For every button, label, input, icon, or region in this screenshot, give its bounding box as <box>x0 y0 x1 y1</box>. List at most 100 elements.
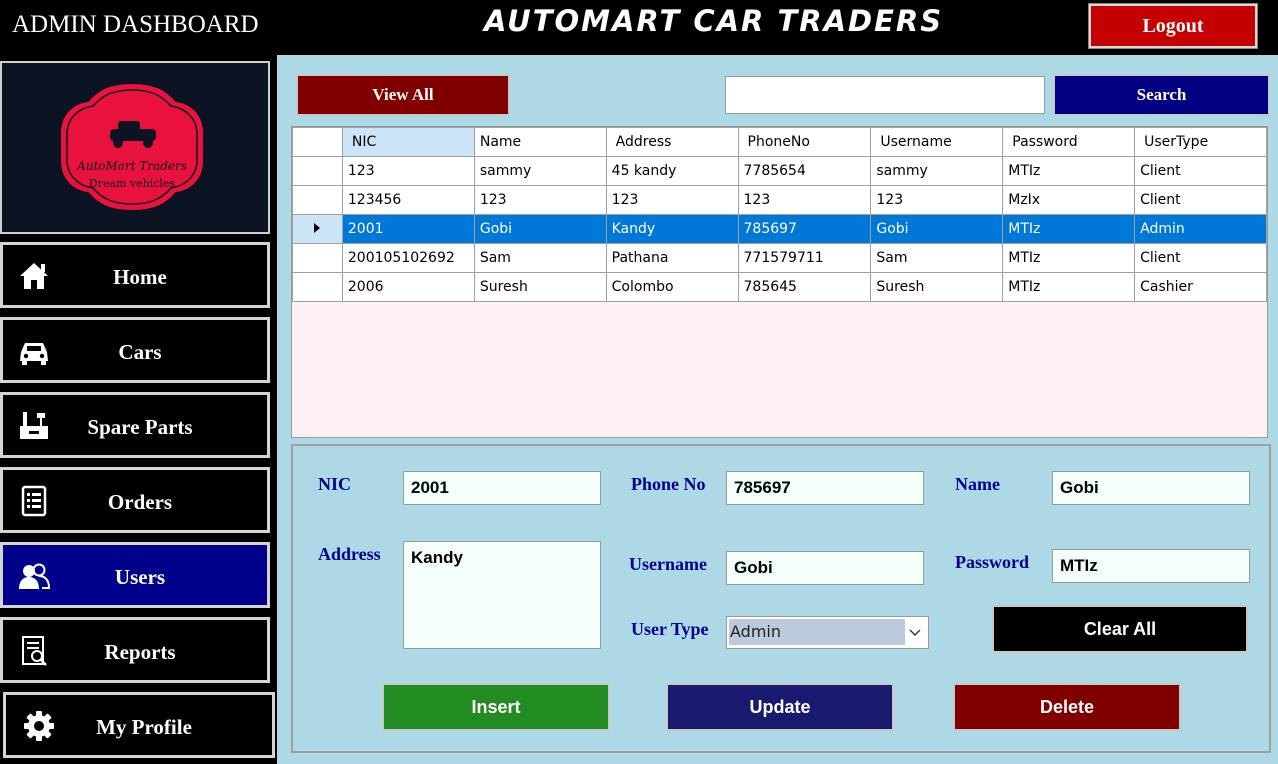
cell-address[interactable]: 45 kandy <box>605 156 739 186</box>
cell-username[interactable]: Gobi <box>870 214 1004 244</box>
column-header-name[interactable]: Name <box>473 127 607 157</box>
address-textarea[interactable]: Kandy <box>403 541 601 649</box>
sidebar-item-my-profile[interactable]: My Profile <box>3 692 275 758</box>
sidebar-item-label: Orders <box>107 490 173 514</box>
username-label: Username <box>629 554 707 574</box>
view-all-button[interactable]: View All <box>296 74 510 116</box>
user-type-label: User Type <box>631 619 709 639</box>
cell-address[interactable]: Pathana <box>605 243 739 273</box>
sidebar-item-users[interactable]: Users <box>0 542 270 608</box>
table-row[interactable]: 123 sammy 45 kandy 7785654 sammy MTIz Cl… <box>292 156 1267 186</box>
sidebar-item-reports[interactable]: Reports <box>0 617 270 683</box>
delete-button[interactable]: Delete <box>953 683 1181 731</box>
column-header-address[interactable]: Address <box>605 127 739 157</box>
cell-address[interactable]: 123 <box>605 185 739 215</box>
app-title: AUTOMART CAR TRADERS <box>484 4 944 38</box>
password-field[interactable]: MTIz <box>1052 549 1250 583</box>
cell-nic[interactable]: 2006 <box>341 272 475 302</box>
cell-phoneno[interactable]: 785697 <box>737 214 872 244</box>
cell-username[interactable]: sammy <box>870 156 1004 186</box>
logo-panel: AutoMart Traders Dream vehicles <box>0 61 270 234</box>
nic-label: NIC <box>318 474 352 494</box>
cell-usertype[interactable]: Cashier <box>1134 272 1267 302</box>
cell-name[interactable]: Suresh <box>473 272 607 302</box>
sidebar-item-home[interactable]: Home <box>0 242 270 308</box>
username-field[interactable]: Gobi <box>726 551 924 585</box>
cell-password[interactable]: MzIx <box>1002 185 1136 215</box>
users-data-grid[interactable]: NIC Name Address PhoneNo Username Passwo… <box>291 126 1268 438</box>
cell-nic[interactable]: 2001 <box>341 214 475 244</box>
search-button[interactable]: Search <box>1053 74 1270 116</box>
user-type-selected-value: Admin <box>729 619 905 645</box>
current-row-arrow-icon <box>314 223 321 233</box>
row-header[interactable] <box>292 243 343 273</box>
cell-name[interactable]: Sam <box>473 243 607 273</box>
table-row[interactable]: 2006 Suresh Colombo 785645 Suresh MTIz C… <box>292 272 1267 302</box>
logo-brand-text: AutoMart Traders <box>76 159 187 173</box>
cell-password[interactable]: MTIz <box>1002 156 1136 186</box>
logout-button[interactable]: Logout <box>1088 3 1258 49</box>
user-form-panel: NIC 2001 Phone No 785697 Name Gobi Addre… <box>291 444 1271 753</box>
row-header-corner <box>292 127 343 157</box>
table-row[interactable]: 200105102692 Sam Pathana 771579711 Sam M… <box>292 243 1267 273</box>
update-button[interactable]: Update <box>666 683 894 731</box>
column-header-usertype[interactable]: UserType <box>1134 127 1267 157</box>
sidebar-item-cars[interactable]: Cars <box>0 317 270 383</box>
nic-field[interactable]: 2001 <box>403 471 601 505</box>
column-header-phoneno[interactable]: PhoneNo <box>737 127 872 157</box>
sidebar-item-label: Users <box>114 565 166 589</box>
cell-nic[interactable]: 200105102692 <box>341 243 475 273</box>
column-header-nic[interactable]: NIC <box>341 127 475 157</box>
sidebar-item-label: Reports <box>104 640 176 664</box>
phone-no-label: Phone No <box>631 474 706 494</box>
name-label: Name <box>955 474 1000 494</box>
sidebar-item-orders[interactable]: Orders <box>0 467 270 533</box>
cell-nic[interactable]: 123456 <box>341 185 475 215</box>
cell-nic[interactable]: 123 <box>341 156 475 186</box>
row-header[interactable] <box>292 214 343 244</box>
sidebar-item-spare-parts[interactable]: Spare Parts <box>0 392 270 458</box>
row-header[interactable] <box>292 185 343 215</box>
row-header[interactable] <box>292 272 343 302</box>
user-type-select[interactable]: Admin <box>726 616 929 649</box>
cell-username[interactable]: Suresh <box>870 272 1004 302</box>
cell-username[interactable]: 123 <box>870 185 1004 215</box>
cell-name[interactable]: 123 <box>473 185 607 215</box>
sidebar-item-label: Home <box>113 265 167 289</box>
row-header[interactable] <box>292 156 343 186</box>
cell-usertype[interactable]: Admin <box>1134 214 1267 244</box>
cell-name[interactable]: Gobi <box>473 214 607 244</box>
cell-phoneno[interactable]: 785645 <box>737 272 872 302</box>
column-header-username[interactable]: Username <box>870 127 1004 157</box>
password-label: Password <box>955 552 1030 572</box>
column-header-password[interactable]: Password <box>1002 127 1136 157</box>
insert-button[interactable]: Insert <box>382 683 610 731</box>
name-field[interactable]: Gobi <box>1052 471 1250 505</box>
cell-usertype[interactable]: Client <box>1134 156 1267 186</box>
cell-password[interactable]: MTIz <box>1002 243 1136 273</box>
sidebar-item-label: Cars <box>118 340 162 364</box>
cell-address[interactable]: Kandy <box>605 214 739 244</box>
cell-phoneno[interactable]: 123 <box>737 185 872 215</box>
cell-password[interactable]: MTIz <box>1002 214 1136 244</box>
table-row-selected[interactable]: 2001 Gobi Kandy 785697 Gobi MTIz Admin <box>292 214 1267 244</box>
logo-tagline-text: Dream vehicles <box>89 177 176 190</box>
cell-password[interactable]: MTIz <box>1002 272 1136 302</box>
table-row[interactable]: 123456 123 123 123 123 MzIx Client <box>292 185 1267 215</box>
automart-logo: AutoMart Traders Dream vehicles <box>59 81 205 213</box>
admin-dashboard-title: ADMIN DASHBOARD <box>12 11 259 38</box>
phone-no-field[interactable]: 785697 <box>726 471 924 505</box>
cell-usertype[interactable]: Client <box>1134 243 1267 273</box>
cell-usertype[interactable]: Client <box>1134 185 1267 215</box>
cell-phoneno[interactable]: 7785654 <box>737 156 872 186</box>
sidebar-item-label: My Profile <box>96 715 192 739</box>
main-content: View All Search NIC Name Address PhoneNo… <box>277 55 1278 764</box>
search-input[interactable] <box>725 76 1045 114</box>
cell-name[interactable]: sammy <box>473 156 607 186</box>
chevron-down-icon <box>909 629 921 636</box>
cell-username[interactable]: Sam <box>870 243 1004 273</box>
clear-all-button[interactable]: Clear All <box>992 605 1248 653</box>
address-label: Address <box>318 544 381 564</box>
cell-phoneno[interactable]: 771579711 <box>737 243 872 273</box>
cell-address[interactable]: Colombo <box>605 272 739 302</box>
